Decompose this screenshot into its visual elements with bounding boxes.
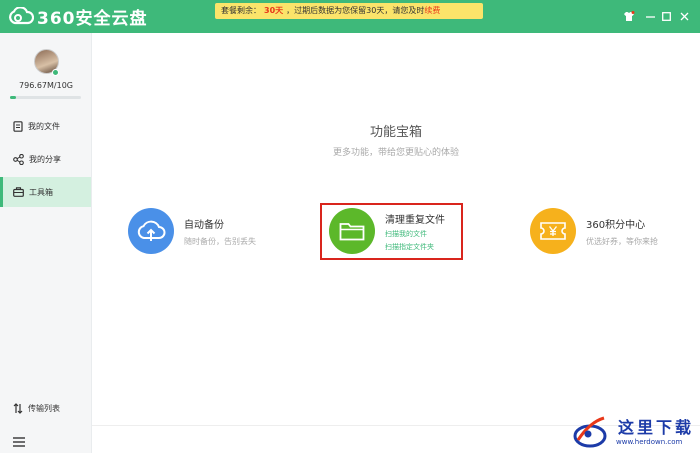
tool-name: 360积分中心	[586, 219, 646, 231]
avatar-badge	[52, 69, 59, 76]
notice-middle: ，过期后数据为您保留30天，请您及时	[286, 6, 425, 15]
storage-quota: 796.67M/10G	[19, 81, 73, 90]
sidebar-item-transfer-list[interactable]: 传输列表	[0, 393, 91, 423]
app-name: 360安全云盘	[37, 8, 148, 29]
share-icon	[13, 153, 24, 165]
maximize-button[interactable]	[659, 9, 673, 23]
sidebar-item-my-files[interactable]: 我的文件	[0, 111, 91, 141]
close-icon	[680, 12, 688, 20]
sidebar-item-label: 我的分享	[29, 154, 61, 164]
plan-notice: 套餐剩余： 30天 ，过期后数据为您保留30天，请您及时续费	[215, 3, 483, 19]
points-icon-circle	[530, 208, 576, 254]
skin-button[interactable]	[622, 9, 636, 23]
shirt-icon	[624, 10, 635, 21]
watermark: 这里下载 www.herdown.com	[568, 408, 700, 453]
page-subtitle: 更多功能，带给您更贴心的体验	[332, 148, 459, 158]
quota-progress-bar	[10, 96, 81, 99]
sidebar-item-my-shares[interactable]: 我的分享	[0, 144, 91, 174]
toolbox-icon	[13, 187, 24, 197]
sidebar-item-label: 我的文件	[28, 121, 60, 131]
sidebar-item-label: 工具箱	[29, 187, 53, 197]
cloud-upload-icon	[137, 220, 166, 241]
file-icon	[13, 120, 23, 132]
watermark-logo-icon	[573, 416, 607, 448]
tool-desc: 随时备份，告别丢失	[184, 236, 256, 246]
quota-progress-fill	[10, 96, 16, 99]
yen-ticket-icon	[540, 222, 566, 240]
tool-name: 自动备份	[184, 219, 224, 231]
notice-days: 30天	[264, 6, 284, 15]
sidebar: 796.67M/10G 我的文件 我的分享 工具箱 传输列表	[0, 33, 92, 453]
renew-link[interactable]: 续费	[424, 6, 440, 15]
watermark-title: 这里下载	[618, 418, 695, 437]
menu-button[interactable]	[13, 432, 25, 447]
highlight-box	[320, 203, 463, 260]
page-title: 功能宝箱	[369, 125, 422, 140]
maximize-icon	[661, 11, 671, 21]
cloud-logo-icon	[9, 7, 34, 25]
points-center-tool[interactable]: 360积分中心 优选好券，等你来抢	[530, 208, 658, 254]
notice-prefix: 套餐剩余：	[221, 6, 261, 15]
title-bar: 360安全云盘 套餐剩余： 30天 ，过期后数据为您保留30天，请您及时续费	[0, 0, 700, 33]
minimize-button[interactable]	[643, 9, 657, 23]
sidebar-item-toolbox[interactable]: 工具箱	[0, 177, 91, 207]
auto-backup-tool[interactable]: 自动备份 随时备份，告别丢失	[128, 208, 256, 254]
app-logo: 360安全云盘	[8, 5, 148, 29]
watermark-url: www.herdown.com	[616, 438, 683, 446]
main-panel: 功能宝箱 更多功能，带给您更贴心的体验 自动备份 随时备份，告别丢失 清理重复文…	[92, 33, 700, 453]
auto-backup-icon-circle	[128, 208, 174, 254]
tool-desc: 优选好券，等你来抢	[586, 236, 658, 246]
hamburger-icon	[13, 437, 25, 447]
minimize-icon	[645, 15, 655, 18]
transfer-icon	[13, 402, 23, 414]
close-button[interactable]	[677, 9, 691, 23]
sidebar-item-label: 传输列表	[28, 403, 60, 413]
